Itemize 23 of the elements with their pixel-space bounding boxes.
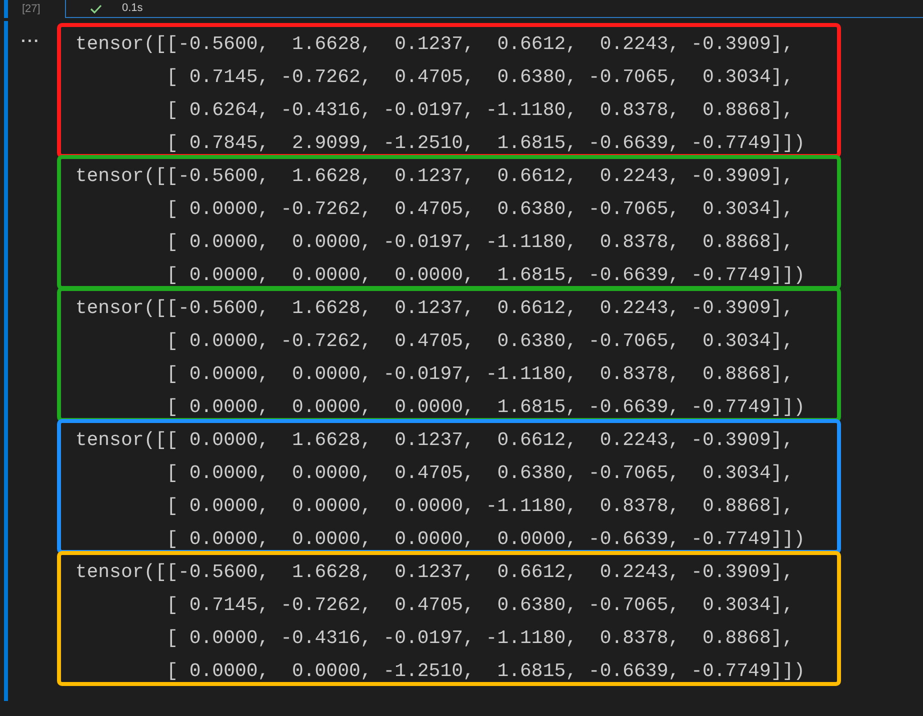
output-line: [ 0.0000, -0.7262, 0.4705, 0.6380, -0.7065, 0.3034],: [166, 329, 795, 354]
output-line: [ 0.0000, 0.0000, 0.4705, 0.6380, -0.7065, 0.3034],: [166, 461, 795, 486]
duration-label: 0.1s: [122, 1, 143, 16]
output-menu-button[interactable]: ...: [21, 30, 40, 46]
output-line: [ 0.0000, 0.0000, 0.0000, 1.6815, -0.6639, -0.7749]]): [166, 395, 806, 420]
output-line: [ 0.7845, 2.9099, -1.2510, 1.6815, -0.6639, -0.7749]]): [166, 131, 806, 156]
output-line: [ 0.7145, -0.7262, 0.4705, 0.6380, -0.7065, 0.3034],: [166, 593, 795, 618]
output-line: [ 0.0000, 0.0000, 0.0000, 1.6815, -0.6639, -0.7749]]): [166, 263, 806, 288]
output-line: [ 0.0000, 0.0000, -0.0197, -1.1180, 0.8378, 0.8868],: [166, 362, 795, 387]
output-line: tensor([[-0.5600, 1.6628, 0.1237, 0.6612, 0.2243, -0.3909],: [75, 164, 795, 189]
output-line: [ 0.0000, -0.7262, 0.4705, 0.6380, -0.7065, 0.3034],: [166, 197, 795, 222]
output-line: tensor([[-0.5600, 1.6628, 0.1237, 0.6612, 0.2243, -0.3909],: [75, 560, 795, 585]
output-line: tensor([[ 0.0000, 1.6628, 0.1237, 0.6612, 0.2243, -0.3909],: [75, 428, 795, 453]
output-line: [ 0.0000, 0.0000, -1.2510, 1.6815, -0.6639, -0.7749]]): [166, 659, 806, 684]
output-line: [ 0.7145, -0.7262, 0.4705, 0.6380, -0.7065, 0.3034],: [166, 65, 795, 90]
output-line: [ 0.0000, 0.0000, 0.0000, 0.0000, -0.6639, -0.7749]]): [166, 527, 806, 552]
output-line: [ 0.0000, 0.0000, 0.0000, -1.1180, 0.8378, 0.8868],: [166, 494, 795, 519]
output-line: tensor([[-0.5600, 1.6628, 0.1237, 0.6612, 0.2243, -0.3909],: [75, 296, 795, 321]
execution-count: [27]: [22, 2, 42, 17]
output-line: [ 0.6264, -0.4316, -0.0197, -1.1180, 0.8378, 0.8868],: [166, 98, 795, 123]
output-line: [ 0.0000, 0.0000, -0.0197, -1.1180, 0.8378, 0.8868],: [166, 230, 795, 255]
output-line: tensor([[-0.5600, 1.6628, 0.1237, 0.6612, 0.2243, -0.3909],: [75, 32, 795, 57]
output-line: [ 0.0000, -0.4316, -0.0197, -1.1180, 0.8378, 0.8868],: [166, 626, 795, 651]
